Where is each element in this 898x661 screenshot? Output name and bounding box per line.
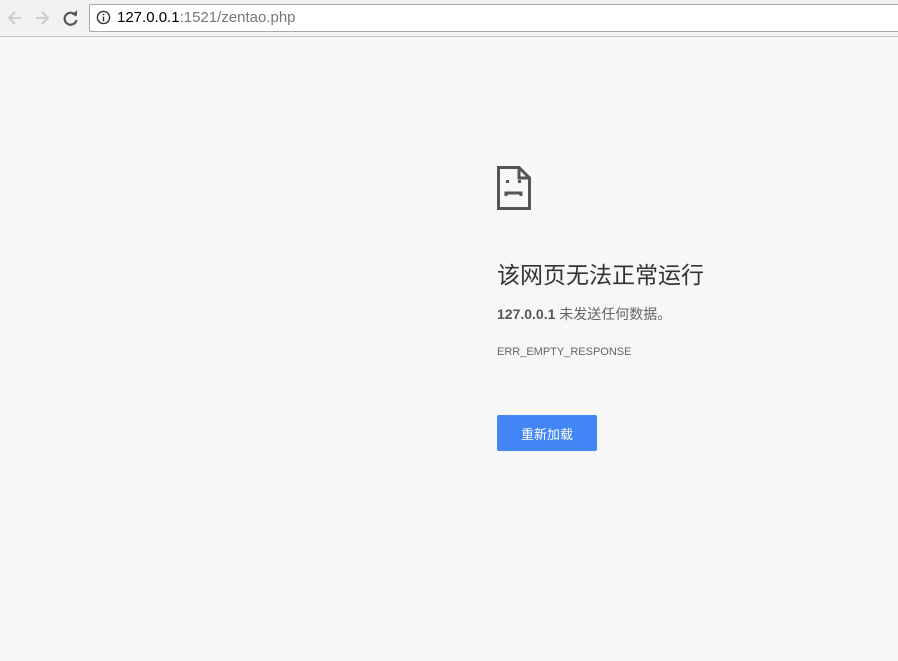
back-arrow-icon[interactable] bbox=[5, 8, 25, 28]
info-icon[interactable] bbox=[96, 10, 111, 25]
sad-page-icon bbox=[497, 166, 531, 210]
url-host: 127.0.0.1 bbox=[117, 9, 180, 26]
browser-toolbar: 127.0.0.1:1521/zentao.php bbox=[0, 0, 898, 37]
error-host: 127.0.0.1 bbox=[497, 306, 556, 322]
address-bar[interactable]: 127.0.0.1:1521/zentao.php bbox=[89, 4, 898, 32]
error-code: ERR_EMPTY_RESPONSE bbox=[497, 346, 632, 358]
url-text[interactable]: 127.0.0.1:1521/zentao.php bbox=[117, 9, 296, 26]
error-message: 127.0.0.1 未发送任何数据。 bbox=[497, 304, 671, 324]
reload-icon[interactable] bbox=[61, 8, 81, 28]
forward-arrow-icon[interactable] bbox=[32, 8, 52, 28]
reload-button[interactable]: 重新加载 bbox=[497, 415, 597, 451]
error-message-text: 未发送任何数据。 bbox=[555, 306, 672, 322]
error-title: 该网页无法正常运行 bbox=[497, 262, 704, 288]
url-path: :1521/zentao.php bbox=[179, 9, 296, 26]
